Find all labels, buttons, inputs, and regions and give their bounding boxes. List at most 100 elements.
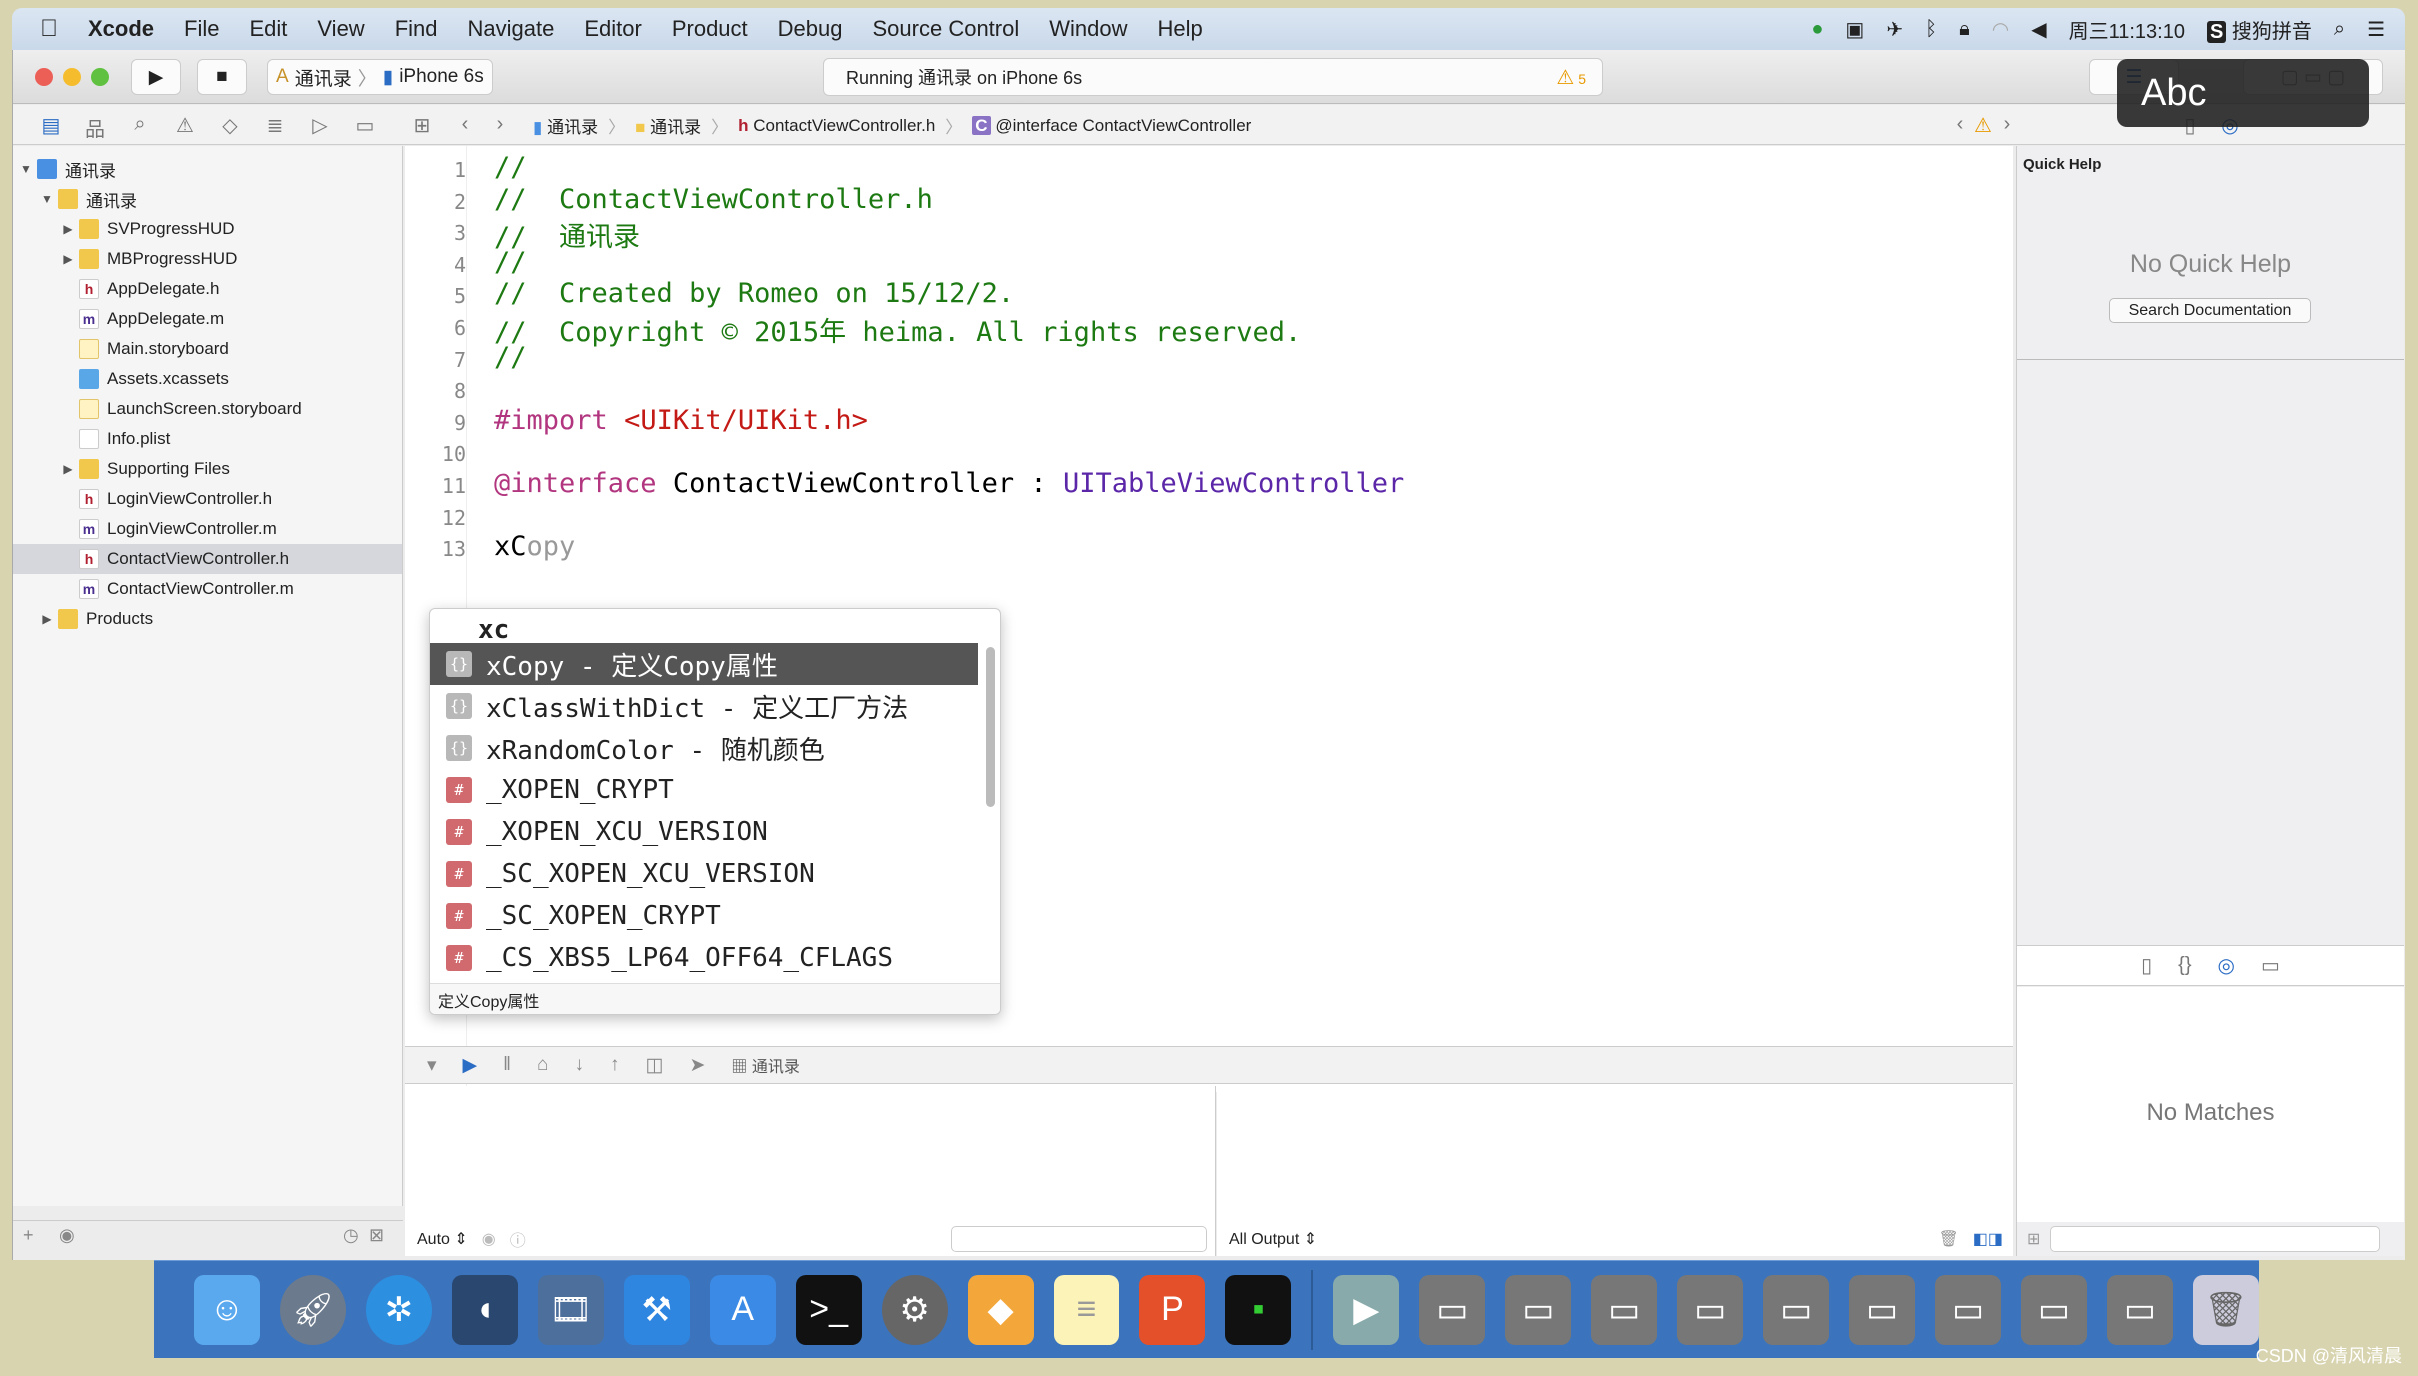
finder-icon[interactable]: ☺ bbox=[194, 1274, 260, 1345]
bluetooth-icon[interactable]: ᛒ bbox=[1925, 18, 1937, 41]
navigator-item[interactable]: ▶ MBProgressHUD bbox=[13, 244, 402, 274]
navigator-item[interactable]: ▶ Products bbox=[13, 604, 402, 634]
airplane-icon[interactable]: ✈ bbox=[1886, 17, 1903, 42]
menu-window[interactable]: Window bbox=[1049, 16, 1127, 42]
code-line[interactable]: #import <UIKit/UIKit.h> bbox=[494, 405, 868, 436]
popup-scrollbar[interactable] bbox=[986, 647, 995, 807]
disclosure-icon[interactable]: ▶ bbox=[40, 612, 54, 626]
hide-debug-area-icon[interactable]: ▾ bbox=[427, 1054, 437, 1077]
code-line[interactable]: // ContactViewController.h bbox=[494, 184, 933, 215]
video-app-icon[interactable]: 🎞︎ bbox=[537, 1274, 604, 1345]
disclosure-icon[interactable]: ▶ bbox=[61, 462, 75, 476]
minimized-window-icon[interactable]: ▭ bbox=[1849, 1274, 1916, 1345]
breakpoint-navigator-icon[interactable]: ▷ bbox=[308, 113, 332, 138]
camera-icon[interactable]: ▣ bbox=[1845, 17, 1864, 42]
jumpbar-file[interactable]: h ContactViewController.h bbox=[738, 116, 935, 136]
disclosure-icon[interactable]: ▶ bbox=[61, 222, 75, 236]
code-line[interactable]: xCopy bbox=[494, 531, 575, 562]
menu-view[interactable]: View bbox=[317, 16, 364, 42]
step-over-icon[interactable]: ⌂ bbox=[537, 1054, 548, 1076]
filter-icon[interactable]: ◉ bbox=[59, 1225, 75, 1246]
trash-icon[interactable]: 🗑︎ bbox=[2192, 1274, 2259, 1345]
code-line[interactable]: // bbox=[494, 247, 527, 278]
sketch-icon[interactable]: ◆ bbox=[967, 1274, 1034, 1345]
completion-item[interactable]: # _CS_XBS5_LP64_OFF64_CFLAGS bbox=[430, 937, 978, 979]
minimized-window-icon[interactable]: ▭ bbox=[1419, 1274, 1486, 1345]
media-player-icon[interactable]: ▶ bbox=[1333, 1274, 1400, 1345]
grid-view-icon[interactable]: ⊞ bbox=[2027, 1229, 2040, 1249]
navigator-item[interactable]: ▼ 通讯录 bbox=[13, 154, 402, 184]
warning-icon[interactable]: ⚠ bbox=[1971, 113, 1995, 138]
object-library-icon[interactable]: ◎ bbox=[2218, 953, 2235, 978]
menu-xcode[interactable]: Xcode bbox=[88, 16, 154, 42]
step-into-icon[interactable]: ↓ bbox=[575, 1054, 585, 1076]
back-icon[interactable]: ‹ bbox=[453, 113, 477, 136]
breakpoints-toggle-icon[interactable]: ▶ bbox=[463, 1054, 478, 1077]
add-icon[interactable]: + bbox=[23, 1225, 34, 1246]
terminal-icon[interactable]: >_ bbox=[795, 1274, 862, 1345]
volume-icon[interactable]: ◀ bbox=[2031, 17, 2046, 42]
minimized-window-icon[interactable]: ▭ bbox=[1677, 1274, 1744, 1345]
disclosure-icon[interactable]: ▶ bbox=[61, 252, 75, 266]
completion-item[interactable]: {} xRandomColor - 随机颜色 bbox=[430, 727, 978, 769]
menu-editor[interactable]: Editor bbox=[584, 16, 641, 42]
debug-navigator-icon[interactable]: ≣ bbox=[263, 113, 287, 138]
menu-find[interactable]: Find bbox=[395, 16, 438, 42]
report-navigator-icon[interactable]: ▭ bbox=[353, 113, 377, 138]
minimized-window-icon[interactable]: ▭ bbox=[1505, 1274, 1572, 1345]
code-completion-popup[interactable]: xc {} xCopy - 定义Copy属性 {} xClassWithDict - … bbox=[429, 608, 1001, 1015]
minimized-window-icon[interactable]: ▭ bbox=[1935, 1274, 2002, 1345]
pause-icon[interactable]: ‖ bbox=[503, 1054, 511, 1076]
minimized-window-icon[interactable]: ▭ bbox=[2021, 1274, 2087, 1345]
lock-icon[interactable]: 🔒︎ bbox=[1959, 18, 1970, 41]
navigator-item[interactable]: Assets.xcassets bbox=[13, 364, 402, 394]
minimized-window-icon[interactable]: ▭ bbox=[1591, 1274, 1658, 1345]
menu-product[interactable]: Product bbox=[672, 16, 748, 42]
find-navigator-icon[interactable]: ⌕ bbox=[128, 113, 152, 136]
navigator-item[interactable]: m LoginViewController.m bbox=[13, 514, 402, 544]
issue-navigator-icon[interactable]: ⚠ bbox=[173, 113, 197, 138]
menu-debug[interactable]: Debug bbox=[778, 16, 843, 42]
code-line[interactable]: // bbox=[494, 342, 527, 373]
file-template-icon[interactable]: ▯ bbox=[2141, 953, 2152, 978]
navigator-item[interactable]: ▼ 通讯录 bbox=[13, 184, 402, 214]
menu-source-control[interactable]: Source Control bbox=[873, 16, 1020, 42]
xcode-icon[interactable]: ⚒ bbox=[623, 1274, 690, 1345]
scm-filter-icon[interactable]: ⊠ bbox=[369, 1225, 384, 1246]
navigator-item[interactable]: h ContactViewController.h bbox=[13, 544, 402, 574]
menu-edit[interactable]: Edit bbox=[249, 16, 287, 42]
code-line[interactable]: // Copyright © 2015年 heima. All rights r… bbox=[494, 310, 1301, 349]
stop-button[interactable]: ■ bbox=[197, 59, 247, 95]
run-button[interactable]: ▶ bbox=[131, 59, 181, 95]
navigator-item[interactable]: m AppDelegate.m bbox=[13, 304, 402, 334]
navigator-item[interactable]: ▶ Supporting Files bbox=[13, 454, 402, 484]
menu-help[interactable]: Help bbox=[1158, 16, 1203, 42]
completion-item[interactable]: # _SC_XOPEN_CRYPT bbox=[430, 895, 978, 937]
zoom-button[interactable] bbox=[91, 68, 109, 86]
completion-item[interactable]: {} xClassWithDict - 定义工厂方法 bbox=[430, 685, 978, 727]
code-snippet-icon[interactable]: {} bbox=[2178, 954, 2191, 977]
disclosure-icon[interactable]: ▼ bbox=[19, 162, 33, 176]
jumpbar-symbol[interactable]: C @interface ContactViewController bbox=[972, 115, 1251, 136]
step-out-icon[interactable]: ↑ bbox=[610, 1054, 620, 1076]
completion-item[interactable]: # _XOPEN_CRYPT bbox=[430, 769, 978, 811]
forward-icon[interactable]: › bbox=[488, 113, 512, 136]
console-output-select[interactable]: All Output ⇕ bbox=[1229, 1229, 1317, 1249]
search-documentation-button[interactable]: Search Documentation bbox=[2109, 298, 2311, 323]
clock[interactable]: 周三11:13:10 bbox=[2069, 15, 2185, 44]
navigator-item[interactable]: Info.plist bbox=[13, 424, 402, 454]
console-app-icon[interactable]: ▪ bbox=[1225, 1274, 1292, 1345]
spotlight-icon[interactable]: ⌕ bbox=[2334, 18, 2345, 41]
code-line[interactable]: @interface ContactViewController : UITab… bbox=[494, 468, 1404, 499]
project-navigator-icon[interactable]: ▤ bbox=[39, 113, 63, 138]
navigator-item[interactable]: LaunchScreen.storyboard bbox=[13, 394, 402, 424]
jumpbar-group[interactable]: ■ 通讯录 bbox=[635, 113, 701, 138]
app-status-icon[interactable]: ● bbox=[1811, 18, 1823, 41]
apple-menu-icon[interactable]:  bbox=[40, 15, 58, 43]
code-line[interactable]: // bbox=[494, 152, 527, 183]
test-navigator-icon[interactable]: ◇ bbox=[218, 113, 242, 138]
minimized-window-icon[interactable]: ▭ bbox=[1763, 1274, 1830, 1345]
input-method[interactable]: S 搜狗拼音 bbox=[2206, 15, 2312, 44]
split-view-icon[interactable]: ◧◨ bbox=[1973, 1229, 2003, 1249]
view-debugger-icon[interactable]: ◫ bbox=[646, 1054, 664, 1077]
